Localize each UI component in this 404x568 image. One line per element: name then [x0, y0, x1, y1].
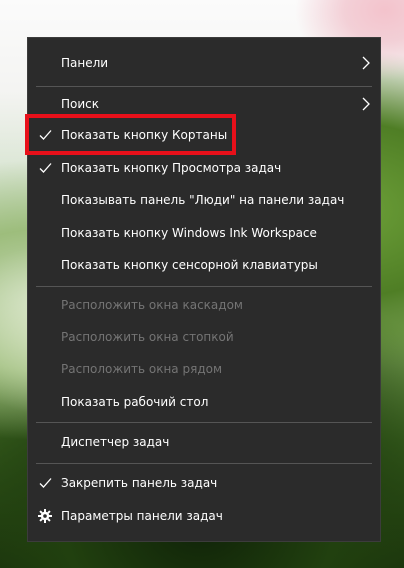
menu-item-show-touch-keyboard-button[interactable]: Показать кнопку сенсорной клавиатуры: [28, 250, 380, 280]
menu-item-task-manager[interactable]: Диспетчер задач: [28, 427, 380, 457]
menu-item-stack-windows: Расположить окна стопкой: [28, 322, 380, 352]
menu-item-label: Показать кнопку Windows Ink Workspace: [61, 226, 317, 240]
checkmark-icon: [39, 478, 52, 488]
menu-item-label: Показать рабочий стол: [61, 395, 209, 409]
menu-item-label: Расположить окна каскадом: [61, 298, 243, 312]
menu-item-label: Расположить окна рядом: [61, 362, 223, 376]
menu-item-label: Панели: [61, 56, 109, 70]
menu-item-show-desktop[interactable]: Показать рабочий стол: [28, 387, 380, 417]
menu-separator: [36, 422, 372, 423]
checkmark-icon: [39, 163, 52, 173]
menu-item-label: Диспетчер задач: [61, 435, 170, 449]
menu-item-label: Показать кнопку Просмотра задач: [61, 161, 282, 175]
gear-icon: [38, 509, 52, 523]
menu-item-label: Показать кнопку сенсорной клавиатуры: [61, 258, 318, 272]
menu-item-label: Расположить окна стопкой: [61, 330, 234, 344]
chevron-right-icon: [362, 56, 370, 70]
menu-separator: [36, 86, 372, 87]
menu-item-side-by-side-windows: Расположить окна рядом: [28, 354, 380, 384]
menu-item-cascade-windows: Расположить окна каскадом: [28, 290, 380, 320]
menu-item-label: Показывать панель "Люди" на панели задач: [61, 193, 345, 207]
red-highlight-box: [25, 114, 236, 155]
menu-item-label: Закрепить панель задач: [61, 476, 218, 490]
menu-separator: [36, 286, 372, 287]
menu-item-show-windows-ink-button[interactable]: Показать кнопку Windows Ink Workspace: [28, 218, 380, 248]
menu-item-label: Параметры панели задач: [61, 509, 223, 523]
menu-item-lock-taskbar[interactable]: Закрепить панель задач: [28, 468, 380, 498]
menu-item-taskbar-settings[interactable]: Параметры панели задач: [28, 501, 380, 531]
menu-item-show-people[interactable]: Показывать панель "Люди" на панели задач: [28, 185, 380, 215]
menu-separator: [36, 463, 372, 464]
menu-item-show-task-view-button[interactable]: Показать кнопку Просмотра задач: [28, 153, 380, 183]
menu-item-toolbars[interactable]: Панели: [28, 48, 380, 78]
taskbar-context-menu: Панели Поиск Показать кнопку Кортаны Пок…: [27, 37, 381, 542]
chevron-right-icon: [362, 97, 370, 111]
